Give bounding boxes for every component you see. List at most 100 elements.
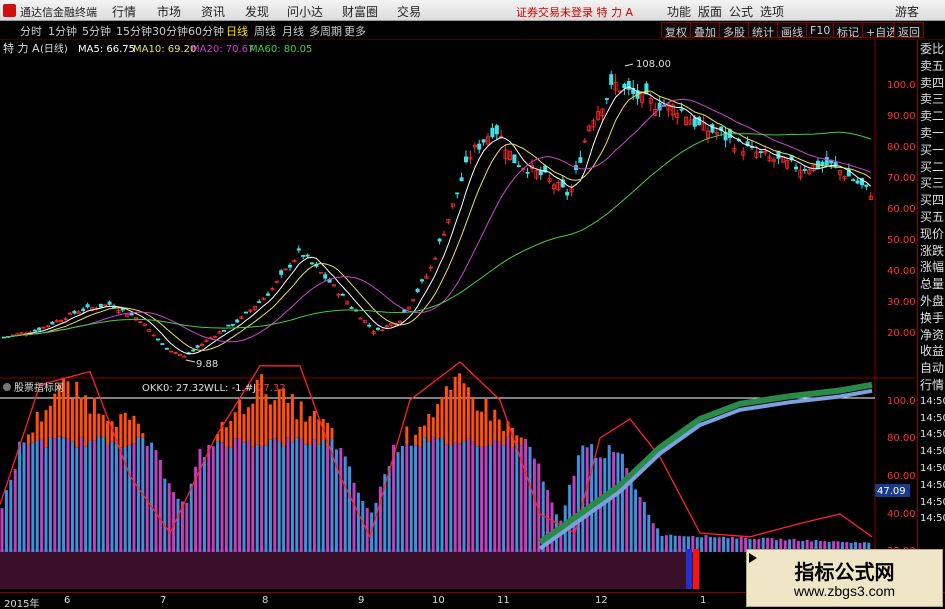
indicator-bar-top	[53, 393, 57, 439]
period-daily[interactable]: 日线	[226, 23, 248, 39]
indicator-bar-top	[290, 393, 294, 443]
menu-item-guest[interactable]: 游客	[895, 3, 919, 20]
quote-side-panel: 委比 卖五 卖四 卖三 卖二 卖一 买一 买二 买三 买四 买五 现价 涨跌 涨幅 总量 外盘 换手 净资 收益 自动…	[917, 40, 945, 592]
period-more[interactable]: 更多	[344, 23, 366, 39]
indicator-bar	[299, 438, 303, 552]
indicator-bar	[405, 444, 409, 552]
menu-item-function[interactable]: 功能	[667, 3, 691, 20]
candle-body	[155, 338, 160, 341]
candle-body	[323, 274, 328, 279]
indicator-bar-top	[229, 421, 233, 448]
menu-item-quotes[interactable]: 行情	[112, 3, 136, 20]
candle-body	[481, 139, 486, 143]
indicator-bar	[101, 437, 105, 552]
f10-button[interactable]: F10	[806, 22, 835, 38]
candle-body	[419, 279, 424, 282]
candle-body	[538, 170, 543, 176]
indicator-bar	[713, 537, 717, 552]
indicator-title: 股票指标网	[14, 381, 64, 394]
trade-status: 证券交易未登录 特 力 A	[516, 6, 634, 19]
ind-tick-80: 80.00	[887, 433, 915, 444]
period-multi[interactable]: 多周期	[309, 23, 342, 39]
indicator-bar	[638, 497, 642, 552]
side-panel-item: 涨跌	[920, 243, 945, 258]
menu-item-ask[interactable]: 问小达	[287, 3, 323, 20]
indicator-bar	[286, 437, 290, 552]
candle-body	[758, 151, 763, 153]
period-weekly[interactable]: 周线	[254, 23, 276, 39]
side-panel-item: 委比	[920, 42, 945, 56]
menu-bar: 通达信金融终端 行情 市场 资讯 发现 问小达 财富圈 交易 证券交易未登录 特…	[0, 0, 945, 21]
candle-body	[37, 327, 42, 331]
watermark-title: 指标公式网	[794, 560, 895, 584]
indicator-bar	[70, 441, 74, 552]
indicator-bar	[735, 538, 739, 552]
indicator-bar-top	[128, 419, 132, 446]
candle-body	[855, 180, 860, 184]
menu-item-options[interactable]: 选项	[760, 3, 784, 20]
indicator-bar-top	[233, 412, 237, 439]
indicator-bar	[616, 452, 620, 552]
indicator-bar	[18, 441, 22, 552]
period-timeshare[interactable]: 分时	[20, 23, 42, 39]
menu-item-formula[interactable]: 公式	[729, 3, 753, 20]
indicator-bar	[57, 436, 61, 552]
candle-body	[279, 270, 284, 275]
indicator-bar	[150, 442, 154, 552]
period-5min[interactable]: 5分钟	[82, 23, 111, 39]
candle-body	[604, 98, 609, 100]
mark-button[interactable]: 标记	[833, 22, 863, 39]
period-30min[interactable]: 30分钟	[152, 23, 188, 39]
menu-item-market[interactable]: 市场	[157, 3, 181, 20]
indicator-settings-icon[interactable]	[3, 383, 11, 391]
candle-body	[257, 301, 262, 304]
menu-item-discover[interactable]: 发现	[245, 3, 269, 20]
indicator-bar	[0, 508, 4, 552]
indicator-bar-top	[480, 411, 484, 447]
indicator-bar-top	[106, 420, 110, 445]
indicator-bar	[730, 536, 734, 552]
ma5-value: MA5: 66.75	[78, 44, 135, 55]
draw-button[interactable]: 画线	[777, 22, 807, 39]
signal-bar-blue	[686, 549, 692, 589]
back-button[interactable]: 返回	[894, 22, 924, 39]
period-60min[interactable]: 60分钟	[188, 23, 224, 39]
indicator-bar	[436, 438, 440, 552]
indicator-bar	[440, 438, 444, 552]
indicator-bar-top	[70, 398, 74, 442]
stats-button[interactable]: 统计	[748, 22, 778, 39]
indicator-bar	[202, 456, 206, 552]
indicator-bar-top	[427, 413, 431, 442]
indicator-bar-top	[31, 432, 35, 443]
indicator-bar-top	[444, 386, 448, 445]
menu-item-news[interactable]: 资讯	[201, 3, 225, 20]
adjust-button[interactable]: 复权	[661, 22, 691, 39]
indicator-bar	[458, 443, 462, 552]
price-tick-80: 80.00	[887, 142, 915, 153]
indicator-bar-top	[497, 419, 501, 442]
indicator-bar-top	[224, 427, 228, 447]
period-1min[interactable]: 1分钟	[48, 23, 77, 39]
indicator-bar	[260, 445, 264, 552]
candle-body	[851, 179, 856, 182]
indicator-bar	[629, 474, 633, 552]
candle-body	[164, 347, 169, 350]
date-label-1: 1	[700, 595, 707, 606]
indicator-bar	[634, 489, 638, 552]
kline-chart[interactable]: 特 力 A (日线) MA5: 66.75 MA10: 69.20 MA20: …	[0, 40, 915, 592]
overlay-button[interactable]: 叠加	[690, 22, 720, 39]
candle-body	[85, 304, 90, 308]
candle-body	[98, 303, 103, 308]
price-tick-40: 40.00	[887, 266, 915, 277]
indicator-bar	[53, 438, 57, 552]
indicator-bar	[92, 440, 96, 552]
period-monthly[interactable]: 月线	[282, 23, 304, 39]
menu-item-wealth[interactable]: 财富圈	[342, 3, 378, 20]
indicator-bar-top	[273, 400, 277, 439]
indicator-bar	[128, 445, 132, 552]
menu-item-layout[interactable]: 版面	[698, 3, 722, 20]
multi-stock-button[interactable]: 多股	[719, 22, 749, 39]
menu-item-trade[interactable]: 交易	[397, 3, 421, 20]
period-15min[interactable]: 15分钟	[116, 23, 152, 39]
indicator-bar-top	[405, 426, 409, 445]
